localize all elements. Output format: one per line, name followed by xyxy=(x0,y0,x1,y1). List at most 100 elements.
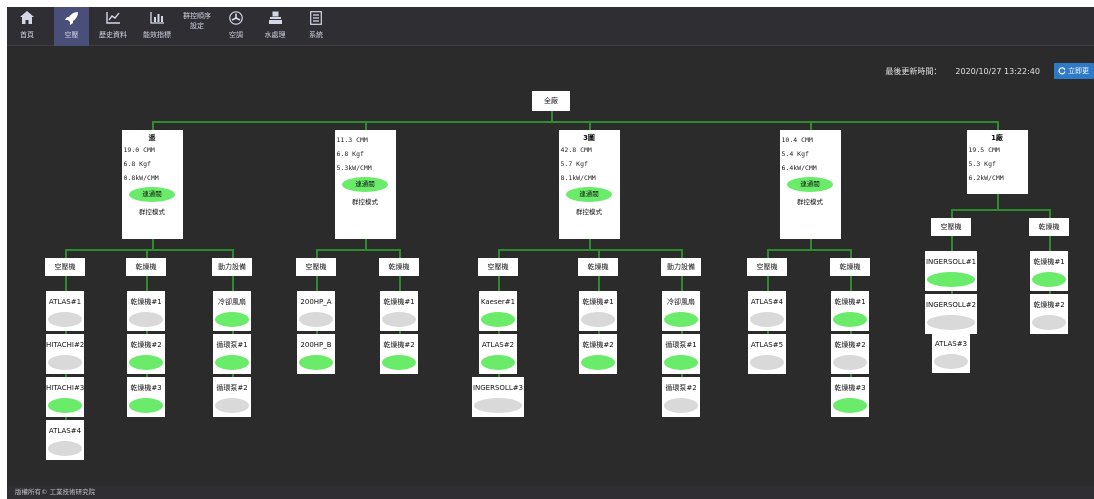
connector-line xyxy=(951,209,953,218)
machine-label: INGERSOLL#3 xyxy=(472,384,524,392)
plant-group-card[interactable]: 1廠 19.5 CMM 5.3 Kgf 6.2kW/CMM xyxy=(966,130,1028,194)
running-status-indicator xyxy=(299,355,333,370)
idle-status-indicator xyxy=(833,355,867,370)
plant-root-node[interactable]: 全廠 xyxy=(532,91,570,111)
plant-group-card[interactable]: 遥 19.0 CMM 6.8 Kgf 0.8kW/CMM 連通閥 群控模式 xyxy=(121,130,183,239)
equipment-category-header[interactable]: 乾燥機 xyxy=(830,258,870,276)
machine-node[interactable]: ATLAS#3 xyxy=(932,333,970,373)
group-flow-cmm: 10.4 CMM xyxy=(781,136,813,144)
equipment-category-label: 動力設備 xyxy=(667,263,695,271)
machine-node[interactable]: 冷卻風扇 xyxy=(213,291,251,331)
idle-status-indicator xyxy=(750,312,784,327)
plant-group-card[interactable]: 11.3 CMM 6.8 Kgf 5.3kW/CMM 連通閥 群控模式 xyxy=(334,130,396,239)
connector-line xyxy=(399,249,401,258)
machine-node[interactable]: INGERSOLL#3 xyxy=(472,377,524,417)
plant-group-card[interactable]: 10.4 CMM 5.4 Kgf 6.4kW/CMM 連通閥 群控模式 xyxy=(779,130,841,239)
machine-node[interactable]: 循環泵#1 xyxy=(662,334,700,374)
idle-status-indicator xyxy=(750,355,784,370)
equipment-category-label: 乾燥機 xyxy=(388,263,410,271)
machine-node[interactable]: 乾燥機#1 xyxy=(579,291,617,331)
machine-node[interactable]: ATLAS#4 xyxy=(748,291,786,331)
connector-line xyxy=(589,121,591,130)
machine-node[interactable]: 乾燥機#2 xyxy=(380,334,418,374)
group-efficiency: 6.4kW/CMM xyxy=(781,164,817,172)
plant-group-card[interactable]: 3圖 42.8 CMM 5.7 Kgf 8.1kW/CMM 連通閥 群控模式 xyxy=(558,130,620,239)
machine-node[interactable]: ATLAS#4 xyxy=(46,420,84,460)
machine-node[interactable]: 冷卻風扇 xyxy=(662,291,700,331)
running-status-indicator xyxy=(833,398,867,413)
equipment-category-header[interactable]: 空壓機 xyxy=(747,258,787,276)
machine-label: INGERSOLL#1 xyxy=(925,258,977,266)
idle-status-indicator xyxy=(664,398,698,413)
equipment-category-header[interactable]: 動力設備 xyxy=(212,258,252,276)
connector-line xyxy=(498,249,681,251)
machine-node[interactable]: 乾燥機#2 xyxy=(831,334,869,374)
equipment-category-header[interactable]: 空壓機 xyxy=(478,258,518,276)
connector-line xyxy=(399,276,401,291)
connector-line xyxy=(316,276,318,291)
equipment-category-header[interactable]: 乾燥機 xyxy=(379,258,419,276)
connector-line xyxy=(810,121,812,130)
machine-node[interactable]: 乾燥機#1 xyxy=(1030,251,1068,291)
machine-label: 200HP_B xyxy=(300,341,332,349)
connecting-valve-status: 連通閥 xyxy=(342,177,388,192)
connector-line xyxy=(365,121,367,130)
equipment-category-header[interactable]: 乾燥機 xyxy=(1029,218,1069,236)
running-status-indicator xyxy=(833,312,867,327)
equipment-category-header[interactable]: 乾燥機 xyxy=(126,258,166,276)
equipment-category-header[interactable]: 空壓機 xyxy=(931,218,971,236)
idle-status-indicator xyxy=(299,312,333,327)
machine-node[interactable]: 乾燥機#3 xyxy=(831,377,869,417)
machine-node[interactable]: Kaeser#1 xyxy=(479,291,517,331)
machine-node[interactable]: ATLAS#1 xyxy=(46,291,84,331)
connector-line xyxy=(146,276,148,291)
running-status-indicator xyxy=(1032,272,1066,287)
equipment-category-label: 空壓機 xyxy=(305,263,327,271)
machine-node[interactable]: INGERSOLL#2 xyxy=(925,294,977,334)
connector-line xyxy=(850,249,852,258)
equipment-category-header[interactable]: 動力設備 xyxy=(661,258,701,276)
machine-node[interactable]: 乾燥機#2 xyxy=(579,334,617,374)
connector-line xyxy=(65,249,67,258)
idle-status-indicator xyxy=(474,398,522,413)
machine-node[interactable]: HITACHI#3 xyxy=(46,377,84,417)
equipment-category-header[interactable]: 空壓機 xyxy=(296,258,336,276)
connector-line xyxy=(152,239,154,249)
machine-node[interactable]: 循環泵#2 xyxy=(213,377,251,417)
idle-status-indicator xyxy=(48,355,82,370)
group-flow-cmm: 19.0 CMM xyxy=(123,146,155,154)
group-pressure-kgf: 5.7 Kgf xyxy=(560,160,588,168)
group-control-mode: 群控模式 xyxy=(576,208,602,216)
machine-node[interactable]: 乾燥機#2 xyxy=(1030,294,1068,334)
app-root: 首頁 空壓 歷史資料 能效指標 群控順序 設定 空調 水處理 系統 最後更新時間… xyxy=(0,0,1094,499)
connector-line xyxy=(951,236,953,251)
machine-node[interactable]: 200HP_A xyxy=(297,291,335,331)
machine-node[interactable]: 循環泵#1 xyxy=(213,334,251,374)
connector-line xyxy=(681,276,683,291)
equipment-category-label: 乾燥機 xyxy=(135,263,157,271)
machine-node[interactable]: 200HP_B xyxy=(297,334,335,374)
machine-node[interactable]: HITACHI#2 xyxy=(46,334,84,374)
equipment-category-label: 乾燥機 xyxy=(587,263,609,271)
machine-node[interactable]: 循環泵#2 xyxy=(662,377,700,417)
machine-node[interactable]: 乾燥機#2 xyxy=(127,334,165,374)
running-status-indicator xyxy=(129,355,163,370)
machine-node[interactable]: 乾燥機#1 xyxy=(380,291,418,331)
machine-node[interactable]: 乾燥機#1 xyxy=(127,291,165,331)
group-title: 1廠 xyxy=(991,134,1003,142)
machine-node[interactable]: ATLAS#5 xyxy=(748,334,786,374)
equipment-category-header[interactable]: 空壓機 xyxy=(45,258,85,276)
connector-line xyxy=(316,249,399,251)
equipment-category-header[interactable]: 乾燥機 xyxy=(578,258,618,276)
machine-node[interactable]: 乾燥機#1 xyxy=(831,291,869,331)
machine-node[interactable]: 乾燥機#3 xyxy=(127,377,165,417)
group-efficiency: 6.2kW/CMM xyxy=(968,174,1004,182)
machine-node[interactable]: INGERSOLL#1 xyxy=(925,251,977,291)
group-control-mode: 群控模式 xyxy=(352,198,378,206)
idle-status-indicator xyxy=(48,441,82,456)
connector-line xyxy=(767,249,769,258)
running-status-indicator xyxy=(481,355,515,370)
idle-status-indicator xyxy=(129,312,163,327)
machine-node[interactable]: ATLAS#2 xyxy=(479,334,517,374)
connector-line xyxy=(498,276,500,291)
